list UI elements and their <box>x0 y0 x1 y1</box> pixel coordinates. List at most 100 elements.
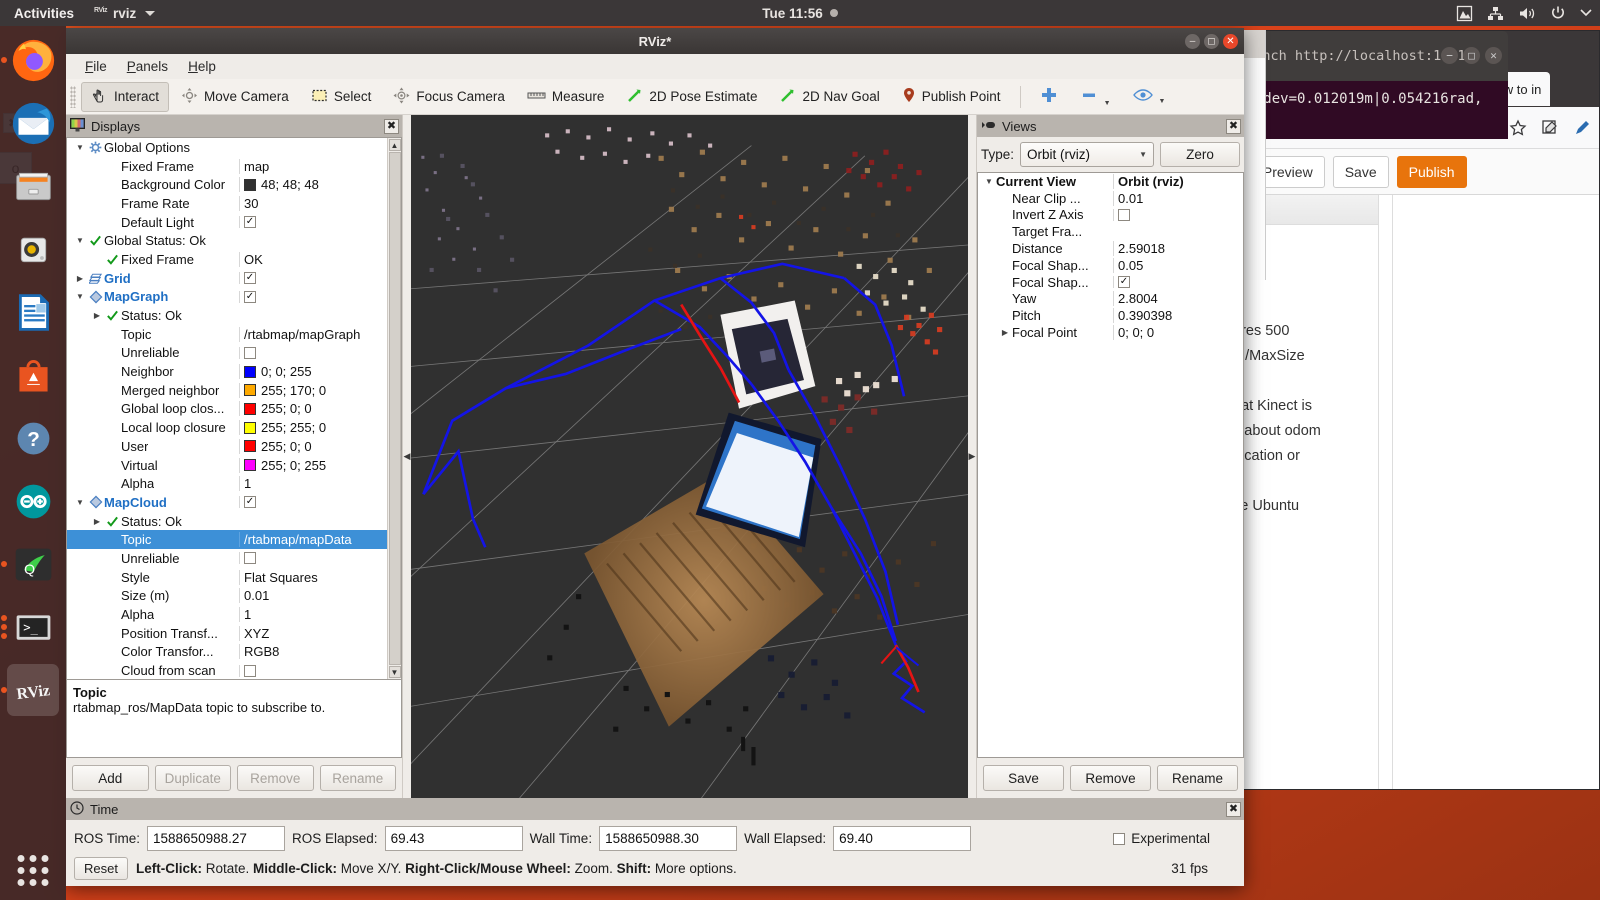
view-type-select[interactable]: Orbit (rviz) ▼ <box>1020 142 1154 167</box>
tool-publish-point[interactable]: Publish Point <box>892 82 1011 112</box>
display-property-row[interactable]: Neighbor0; 0; 255 <box>67 362 387 381</box>
tool-select[interactable]: Select <box>301 82 382 112</box>
checkbox[interactable]: ✓ <box>1118 276 1130 288</box>
checkbox[interactable] <box>1118 209 1130 221</box>
volume-icon[interactable] <box>1518 6 1536 21</box>
expander-down-icon[interactable]: ▼ <box>73 236 87 245</box>
display-property-row[interactable]: Topic/rtabmap/mapData <box>67 530 387 549</box>
dock-item-qv2ray[interactable]: Q <box>7 538 59 590</box>
displays-scrollbar[interactable]: ▲ ▼ <box>387 138 401 679</box>
chevron-down-icon[interactable] <box>145 11 155 16</box>
display-property-row[interactable]: Unreliable <box>67 344 387 363</box>
terminal-window[interactable]: launch http://localhost:11311 − □ ✕ td d… <box>1236 31 1508 139</box>
view-property-value[interactable]: ✓ <box>1113 276 1243 288</box>
experimental-checkbox[interactable] <box>1113 833 1125 845</box>
displays-tree-container[interactable]: ▼Global OptionsFixed FramemapBackground … <box>66 137 402 680</box>
add-tool-button[interactable] <box>1030 81 1068 112</box>
view-property-value[interactable] <box>1113 209 1243 221</box>
display-property-row[interactable]: ▼MapGraph✓ <box>67 288 387 307</box>
display-property-value[interactable]: 255; 255; 0 <box>239 420 387 435</box>
view-property-row[interactable]: Invert Z Axis <box>978 207 1243 224</box>
chevron-down-icon[interactable]: ▼ <box>1104 100 1111 107</box>
rviz-window[interactable]: RViz* – ◻ ✕ File Panels Help Interact Mo… <box>66 28 1244 886</box>
display-property-value[interactable]: 0; 0; 255 <box>239 364 387 379</box>
save-button[interactable]: Save <box>1333 156 1389 188</box>
display-property-value[interactable]: 255; 0; 255 <box>239 458 387 473</box>
display-property-value[interactable]: RGB8 <box>239 644 387 659</box>
close-icon[interactable]: ✖ <box>384 119 399 134</box>
close-button[interactable]: ✕ <box>1223 34 1238 49</box>
display-property-row[interactable]: Alpha1 <box>67 474 387 493</box>
color-swatch[interactable] <box>244 179 256 191</box>
chevron-down-icon[interactable]: ▼ <box>1159 98 1166 105</box>
dock-item-arduino[interactable] <box>7 475 59 527</box>
checkbox[interactable] <box>244 552 256 564</box>
color-swatch[interactable] <box>244 403 256 415</box>
maximize-button[interactable]: □ <box>1463 47 1480 64</box>
display-property-value[interactable] <box>239 665 387 677</box>
left-splitter-handle[interactable]: ◀ <box>403 115 411 798</box>
ubuntu-dock[interactable]: ? Q <box>0 26 66 900</box>
expander-right-icon[interactable]: ▶ <box>90 517 104 526</box>
display-property-row[interactable]: Default Light✓ <box>67 213 387 232</box>
tool-measure[interactable]: Measure <box>517 83 615 110</box>
pencil-icon[interactable] <box>1573 119 1591 137</box>
display-property-row[interactable]: Position Transf...XYZ <box>67 624 387 643</box>
display-property-row[interactable]: Merged neighbor255; 170; 0 <box>67 381 387 400</box>
show-applications-button[interactable] <box>18 855 49 886</box>
window-controls[interactable]: – ◻ ✕ <box>1185 34 1238 49</box>
view-property-value[interactable]: 0; 0; 0 <box>1113 325 1243 340</box>
display-property-row[interactable]: Unreliable <box>67 549 387 568</box>
expander-down-icon[interactable]: ▼ <box>73 143 87 152</box>
view-property-row[interactable]: Yaw2.8004 <box>978 291 1243 308</box>
display-property-row[interactable]: Size (m)0.01 <box>67 587 387 606</box>
color-swatch[interactable] <box>244 440 256 452</box>
dock-item-rviz[interactable]: RViz <box>7 664 59 716</box>
activities-button[interactable]: Activities <box>0 6 84 21</box>
display-property-row[interactable]: ▼Global Status: Ok <box>67 231 387 250</box>
dock-item-firefox[interactable] <box>7 34 59 86</box>
display-property-value[interactable]: ✓ <box>239 291 387 303</box>
minimize-button[interactable]: – <box>1185 34 1200 49</box>
checkbox[interactable] <box>244 665 256 677</box>
3d-viewport[interactable] <box>411 115 968 798</box>
panel-clock[interactable]: Tue 11:56 <box>0 6 1600 21</box>
color-swatch[interactable] <box>244 459 256 471</box>
display-property-value[interactable]: OK <box>239 252 387 267</box>
display-property-row[interactable]: ▶Grid✓ <box>67 269 387 288</box>
displays-button-row[interactable]: Add Duplicate Remove Rename <box>66 758 402 798</box>
checkbox[interactable]: ✓ <box>244 216 256 228</box>
view-property-value[interactable]: Orbit (rviz) <box>1113 174 1243 189</box>
gnome-top-panel[interactable]: Activities RViz rviz Tue 11:56 <box>0 0 1600 26</box>
display-property-row[interactable]: Global loop clos...255; 0; 0 <box>67 400 387 419</box>
checkbox[interactable] <box>244 347 256 359</box>
dock-item-thunderbird[interactable] <box>7 97 59 149</box>
network-icon[interactable] <box>1487 6 1504 21</box>
display-property-value[interactable]: 30 <box>239 196 387 211</box>
checkbox[interactable]: ✓ <box>244 496 256 508</box>
view-visibility-button[interactable]: ▼ <box>1123 83 1176 110</box>
checkbox[interactable]: ✓ <box>244 291 256 303</box>
display-property-value[interactable]: Flat Squares <box>239 570 387 585</box>
views-tree[interactable]: ▼Current ViewOrbit (rviz)Near Clip ...0.… <box>977 172 1244 758</box>
scroll-up-icon[interactable]: ▲ <box>389 139 401 151</box>
menu-file[interactable]: File <box>76 57 116 76</box>
dock-item-libreoffice-writer[interactable] <box>7 286 59 338</box>
view-property-value[interactable]: 2.8004 <box>1113 291 1243 306</box>
expander-right-icon[interactable]: ▶ <box>998 328 1012 337</box>
color-swatch[interactable] <box>244 366 256 378</box>
display-property-value[interactable]: /rtabmap/mapData <box>239 532 387 547</box>
dock-item-help[interactable]: ? <box>7 412 59 464</box>
toolbar-grip[interactable] <box>70 86 76 108</box>
display-property-value[interactable]: ✓ <box>239 496 387 508</box>
tool-2d-pose-estimate[interactable]: 2D Pose Estimate <box>616 82 767 112</box>
display-property-value[interactable] <box>239 552 387 564</box>
remove-tool-button[interactable]: ▼ <box>1070 81 1121 112</box>
view-property-row[interactable]: Near Clip ...0.01 <box>978 190 1243 207</box>
rename-view-button[interactable]: Rename <box>1157 765 1238 791</box>
close-button[interactable]: ✕ <box>1485 47 1502 64</box>
firefox-window[interactable]: stall - ✕ introlab/rtabmap ✕ How to in <box>1228 30 1600 790</box>
right-splitter-handle[interactable]: ▶ <box>968 115 976 798</box>
display-property-row[interactable]: Color Transfor...RGB8 <box>67 643 387 662</box>
display-property-row[interactable]: Cloud from scan <box>67 661 387 679</box>
